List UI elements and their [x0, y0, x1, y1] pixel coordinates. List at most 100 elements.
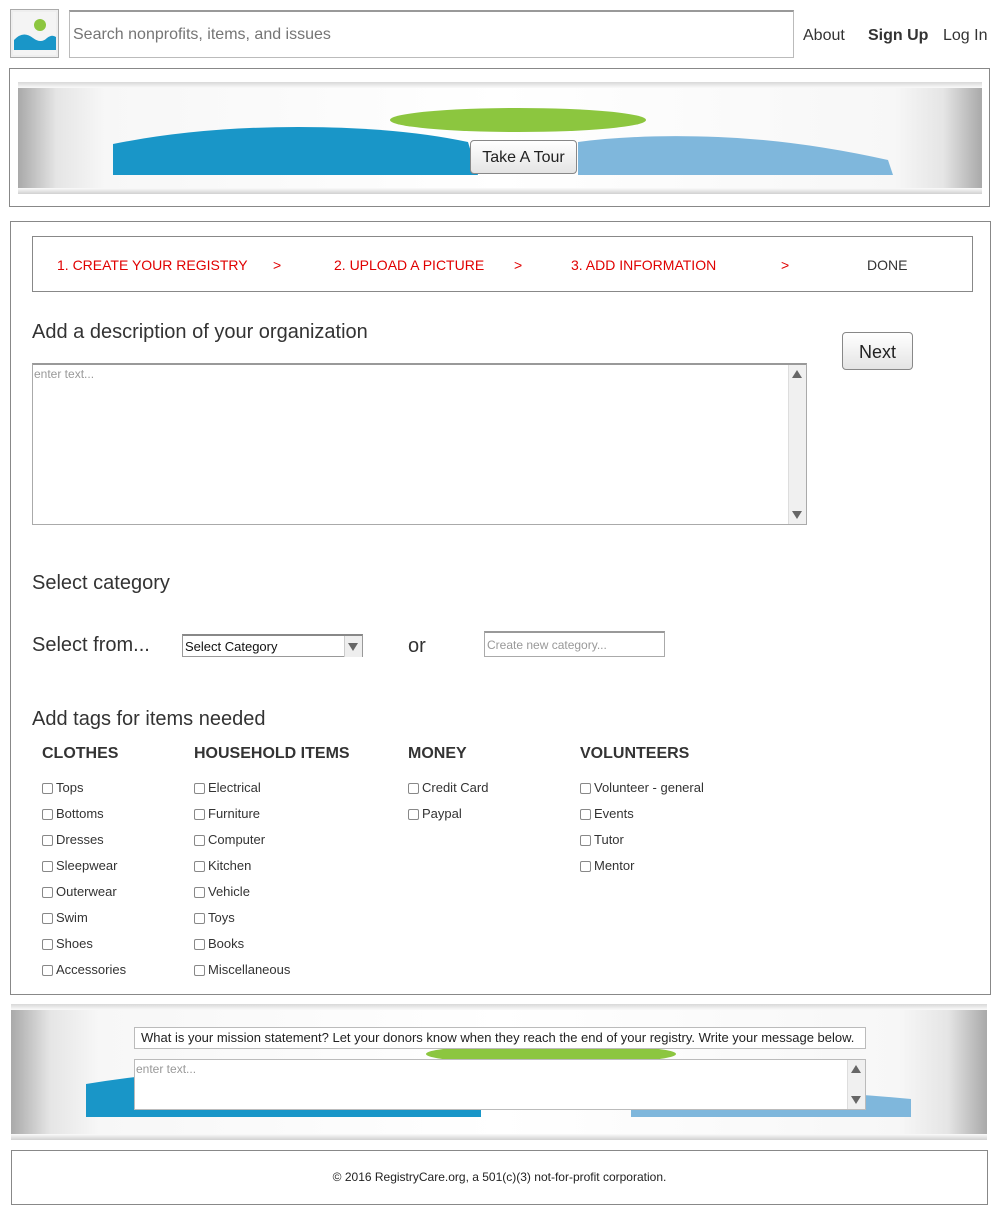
take-a-tour-button[interactable]: Take A Tour	[470, 140, 577, 174]
select-from-label: Select from...	[32, 634, 150, 656]
tag-checkbox-item[interactable]: Accessories	[42, 962, 126, 978]
checkbox[interactable]	[42, 938, 53, 950]
tag-checkbox-item[interactable]: Paypal	[408, 806, 462, 822]
tag-label: Toys	[208, 910, 235, 925]
tag-column-heading: MONEY	[408, 745, 467, 762]
tag-label: Computer	[208, 832, 266, 847]
description-placeholder: enter text...	[34, 367, 95, 381]
tag-label: Kitchen	[208, 858, 252, 873]
tags-heading: Add tags for items needed	[32, 708, 266, 730]
dropdown-arrow-icon[interactable]	[344, 636, 362, 657]
step-add-information[interactable]: 3. ADD INFORMATION	[571, 257, 716, 273]
description-heading: Add a description of your organization	[32, 321, 368, 343]
or-label: or	[408, 635, 426, 657]
tag-label: Bottoms	[56, 806, 104, 821]
tag-label: Paypal	[422, 806, 462, 821]
checkbox[interactable]	[580, 782, 591, 794]
tag-checkbox-item[interactable]: Vehicle	[194, 884, 250, 900]
tag-checkbox-item[interactable]: Electrical	[194, 780, 261, 796]
mission-textarea[interactable]: enter text...	[134, 1059, 866, 1110]
hero-banner	[9, 68, 990, 207]
checkbox[interactable]	[194, 860, 205, 872]
checkbox[interactable]	[408, 808, 419, 820]
checkbox[interactable]	[42, 912, 53, 924]
footer: © 2016 RegistryCare.org, a 501(c)(3) not…	[11, 1150, 988, 1205]
tag-label: Events	[594, 806, 634, 821]
tag-checkbox-item[interactable]: Events	[580, 806, 634, 822]
step-create-registry[interactable]: 1. CREATE YOUR REGISTRY	[57, 257, 248, 273]
step-upload-picture[interactable]: 2. UPLOAD A PICTURE	[334, 257, 484, 273]
tag-checkbox-item[interactable]: Shoes	[42, 936, 93, 952]
tag-label: Sleepwear	[56, 858, 118, 873]
tag-checkbox-item[interactable]: Outerwear	[42, 884, 117, 900]
checkbox[interactable]	[580, 834, 591, 846]
category-select[interactable]: Select Category	[182, 634, 363, 657]
tag-label: Electrical	[208, 780, 261, 795]
checkbox[interactable]	[194, 808, 205, 820]
checkbox[interactable]	[194, 782, 205, 794]
tag-label: Outerwear	[56, 884, 117, 899]
nav-sign-up-link[interactable]: Sign Up	[868, 26, 928, 46]
mission-scrollbar[interactable]	[847, 1060, 865, 1109]
checkbox[interactable]	[42, 860, 53, 872]
tag-checkbox-item[interactable]: Mentor	[580, 858, 634, 874]
scroll-down-arrow-icon[interactable]	[792, 511, 802, 519]
checkbox[interactable]	[42, 964, 53, 976]
tag-checkbox-item[interactable]: Swim	[42, 910, 88, 926]
tag-column-heading: VOLUNTEERS	[580, 745, 690, 762]
checkbox[interactable]	[194, 964, 205, 976]
checkbox[interactable]	[42, 886, 53, 898]
tag-column-heading: HOUSEHOLD ITEMS	[194, 745, 350, 762]
description-textarea[interactable]: enter text...	[32, 363, 807, 525]
category-select-value: Select Category	[185, 639, 278, 654]
checkbox[interactable]	[580, 808, 591, 820]
checkbox[interactable]	[42, 834, 53, 846]
checkbox[interactable]	[194, 912, 205, 924]
tag-checkbox-item[interactable]: Bottoms	[42, 806, 104, 822]
tag-checkbox-item[interactable]: Volunteer - general	[580, 780, 704, 796]
tag-checkbox-item[interactable]: Miscellaneous	[194, 962, 290, 978]
step-separator: >	[273, 257, 282, 273]
tag-checkbox-item[interactable]: Furniture	[194, 806, 260, 822]
tag-label: Dresses	[56, 832, 104, 847]
new-category-input[interactable]: Create new category...	[484, 631, 665, 657]
nav-log-in-link[interactable]: Log In	[943, 26, 987, 46]
checkbox[interactable]	[42, 808, 53, 820]
checkbox[interactable]	[194, 834, 205, 846]
mission-question-label: What is your mission statement? Let your…	[134, 1027, 866, 1049]
tag-checkbox-item[interactable]: Tops	[42, 780, 83, 796]
step-done: DONE	[867, 257, 908, 273]
tag-label: Furniture	[208, 806, 261, 821]
tag-checkbox-item[interactable]: Sleepwear	[42, 858, 117, 874]
description-scrollbar[interactable]	[788, 365, 806, 524]
tag-label: Books	[208, 936, 245, 951]
site-logo-image-icon[interactable]	[10, 9, 59, 58]
tag-checkbox-item[interactable]: Kitchen	[194, 858, 251, 874]
checkbox[interactable]	[194, 886, 205, 898]
tag-checkbox-item[interactable]: Dresses	[42, 832, 104, 848]
tag-label: Vehicle	[208, 884, 250, 899]
step-separator: >	[781, 257, 790, 273]
tag-label: Swim	[56, 910, 88, 925]
scroll-down-arrow-icon[interactable]	[851, 1096, 861, 1104]
tag-label: Shoes	[56, 936, 93, 951]
scroll-up-arrow-icon[interactable]	[851, 1065, 861, 1073]
tag-checkbox-item[interactable]: Computer	[194, 832, 265, 848]
search-input[interactable]	[69, 10, 794, 58]
tag-label: Mentor	[594, 858, 635, 873]
tag-checkbox-item[interactable]: Toys	[194, 910, 235, 926]
category-heading: Select category	[32, 572, 170, 594]
tag-checkbox-item[interactable]: Tutor	[580, 832, 624, 848]
banner-image	[18, 82, 982, 194]
scroll-up-arrow-icon[interactable]	[792, 370, 802, 378]
nav-about-link[interactable]: About	[803, 26, 845, 46]
tag-checkbox-item[interactable]: Books	[194, 936, 244, 952]
checkbox[interactable]	[42, 782, 53, 794]
tag-checkbox-item[interactable]: Credit Card	[408, 780, 488, 796]
mission-placeholder: enter text...	[136, 1062, 197, 1076]
next-button[interactable]: Next	[842, 332, 913, 370]
footer-copyright: © 2016 RegistryCare.org, a 501(c)(3) not…	[332, 1170, 667, 1184]
checkbox[interactable]	[194, 938, 205, 950]
checkbox[interactable]	[580, 860, 591, 872]
checkbox[interactable]	[408, 782, 419, 794]
